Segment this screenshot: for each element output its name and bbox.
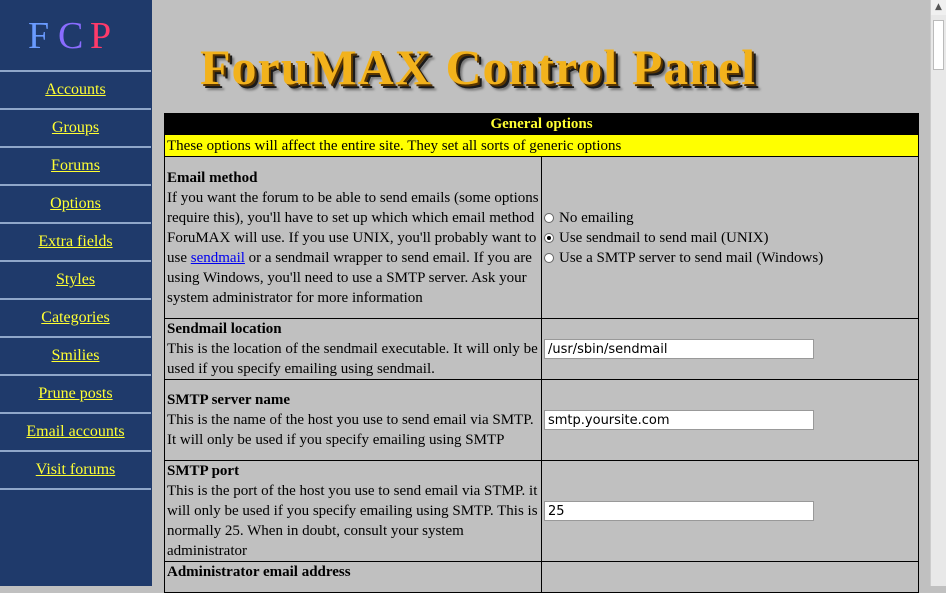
sendmail-location-input[interactable] <box>544 339 814 360</box>
option-row-smtp-server: SMTP server name This is the name of the… <box>164 379 919 461</box>
smtp-server-input[interactable] <box>544 410 814 431</box>
option-desc-cell: SMTP port This is the port of the host y… <box>164 460 542 562</box>
section-intro-row: These options will affect the entire sit… <box>164 134 919 157</box>
sidebar-item-accounts[interactable]: Accounts <box>0 70 151 108</box>
page-title: ForuMAX Control Panel <box>200 39 757 95</box>
logo-letter-p: P <box>90 15 112 57</box>
vertical-scrollbar[interactable]: ▲ <box>930 0 946 586</box>
logo-letter-f: F <box>28 15 50 57</box>
option-name: SMTP port <box>167 463 240 479</box>
options-table: General options These options will affec… <box>164 113 919 593</box>
section-title: General options <box>164 113 919 135</box>
sidebar-link-forums[interactable]: Forums <box>51 157 100 175</box>
sidebar-item-groups[interactable]: Groups <box>0 108 151 146</box>
option-desc-text: This is the port of the host you use to … <box>167 483 538 559</box>
sidebar-item-categories[interactable]: Categories <box>0 298 151 336</box>
sidebar-item-forums[interactable]: Forums <box>0 146 151 184</box>
sidebar-link-styles[interactable]: Styles <box>56 271 95 289</box>
sidebar-link-email-accounts[interactable]: Email accounts <box>26 423 124 441</box>
option-name: SMTP server name <box>167 392 291 408</box>
option-name: Email method <box>167 169 258 186</box>
sidebar: F C P Accounts Groups Forums Options Ext… <box>0 0 152 586</box>
sidebar-link-smilies[interactable]: Smilies <box>51 347 99 365</box>
option-desc-cell: Email method If you want the forum to be… <box>164 156 542 319</box>
option-control-cell: No emailing Use sendmail to send mail (U… <box>541 156 919 319</box>
option-row-email-method: Email method If you want the forum to be… <box>164 156 919 319</box>
sidebar-link-extra-fields[interactable]: Extra fields <box>38 233 112 251</box>
sidebar-link-accounts[interactable]: Accounts <box>45 81 105 99</box>
sidebar-divider <box>0 488 151 490</box>
sidebar-item-options[interactable]: Options <box>0 184 151 222</box>
radio-button[interactable] <box>544 252 554 263</box>
smtp-port-input[interactable] <box>544 501 814 522</box>
sidebar-item-visit-forums[interactable]: Visit forums <box>0 450 151 488</box>
logo-letter-c: C <box>58 15 84 57</box>
option-control-cell <box>541 318 919 380</box>
option-name: Sendmail location <box>167 321 282 337</box>
section-header-row: General options <box>164 113 919 135</box>
option-control-cell <box>541 460 919 562</box>
sidebar-item-email-accounts[interactable]: Email accounts <box>0 412 151 450</box>
radio-button[interactable] <box>544 212 554 223</box>
radio-sendmail[interactable]: Use sendmail to send mail (UNIX) <box>544 228 916 248</box>
option-desc-text: This is the location of the sendmail exe… <box>167 341 538 377</box>
option-control-cell <box>541 561 919 593</box>
sidebar-item-extra-fields[interactable]: Extra fields <box>0 222 151 260</box>
scroll-up-arrow-icon[interactable]: ▲ <box>931 0 946 15</box>
option-row-admin-email: Administrator email address <box>164 561 919 593</box>
option-row-sendmail-location: Sendmail location This is the location o… <box>164 318 919 380</box>
radio-no-emailing[interactable]: No emailing <box>544 208 916 228</box>
section-intro: These options will affect the entire sit… <box>164 134 919 157</box>
radio-button-selected[interactable] <box>544 232 554 243</box>
scrollbar-thumb[interactable] <box>933 20 944 70</box>
sidebar-link-visit-forums[interactable]: Visit forums <box>36 461 115 479</box>
sidebar-link-groups[interactable]: Groups <box>52 119 99 137</box>
radio-label: No emailing <box>559 209 634 226</box>
option-row-smtp-port: SMTP port This is the port of the host y… <box>164 460 919 562</box>
option-desc-cell: SMTP server name This is the name of the… <box>164 379 542 461</box>
option-control-cell <box>541 379 919 461</box>
sidebar-link-categories[interactable]: Categories <box>41 309 109 327</box>
sidebar-item-prune-posts[interactable]: Prune posts <box>0 374 151 412</box>
radio-label: Use a SMTP server to send mail (Windows) <box>559 249 824 266</box>
sidebar-item-styles[interactable]: Styles <box>0 260 151 298</box>
radio-label: Use sendmail to send mail (UNIX) <box>559 229 769 246</box>
sidebar-link-prune-posts[interactable]: Prune posts <box>38 385 112 403</box>
option-name: Administrator email address <box>167 564 351 580</box>
sidebar-link-options[interactable]: Options <box>50 195 101 213</box>
sidebar-item-smilies[interactable]: Smilies <box>0 336 151 374</box>
sendmail-link[interactable]: sendmail <box>191 250 245 266</box>
option-desc-cell: Administrator email address <box>164 561 542 593</box>
option-desc-text: This is the name of the host you use to … <box>167 412 534 448</box>
option-desc-cell: Sendmail location This is the location o… <box>164 318 542 380</box>
fcp-logo: F C P <box>0 0 152 70</box>
radio-smtp[interactable]: Use a SMTP server to send mail (Windows) <box>544 248 916 268</box>
